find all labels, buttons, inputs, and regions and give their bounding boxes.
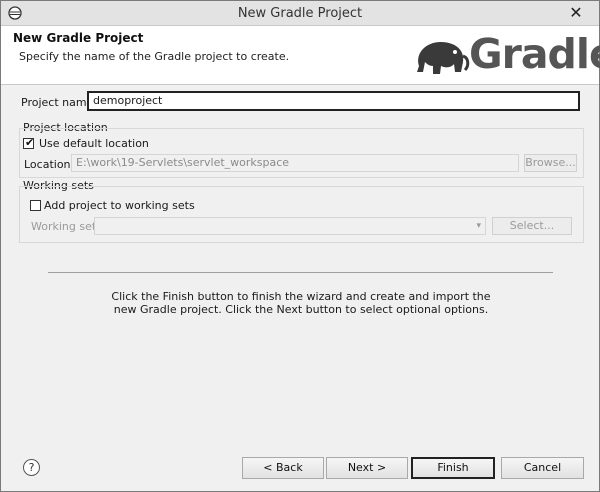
help-icon[interactable]: ?	[23, 459, 40, 476]
chevron-down-icon: ▾	[476, 221, 481, 231]
banner-title: New Gradle Project	[13, 31, 144, 45]
back-button[interactable]: < Back	[242, 457, 324, 479]
title-bar[interactable]: New Gradle Project ✕	[1, 1, 599, 26]
use-default-location-checkbox[interactable]: ✔	[23, 136, 35, 149]
new-gradle-project-dialog: New Gradle Project ✕ New Gradle Project …	[0, 0, 600, 492]
gradle-logo-text: Gradle	[469, 30, 600, 78]
select-working-sets-button[interactable]: Select...	[492, 217, 572, 235]
project-name-label: Project name	[21, 96, 94, 109]
location-label: Location	[24, 158, 71, 171]
gradle-logo: Gradle	[411, 30, 600, 82]
wizard-info-text: Click the Finish button to finish the wi…	[111, 290, 491, 316]
wizard-banner: New Gradle Project Specify the name of t…	[1, 26, 600, 85]
working-sets-combo[interactable]: ▾	[94, 217, 486, 235]
window-title: New Gradle Project	[237, 6, 363, 21]
working-sets-label: Working sets	[31, 220, 102, 233]
separator	[48, 272, 553, 273]
finish-button[interactable]: Finish	[411, 457, 495, 479]
next-button[interactable]: Next >	[326, 457, 408, 479]
location-field[interactable]: E:\work\19-Servlets\servlet_workspace	[71, 154, 519, 172]
project-name-field[interactable]: demoproject	[87, 91, 580, 111]
browse-button[interactable]: Browse...	[524, 154, 577, 172]
close-icon[interactable]: ✕	[553, 1, 599, 25]
checkmark-icon: ✔	[25, 136, 35, 149]
banner-description: Specify the name of the Gradle project t…	[19, 50, 290, 63]
add-to-working-sets-label: Add project to working sets	[44, 199, 195, 212]
use-default-location-label: Use default location	[39, 137, 149, 150]
add-to-working-sets-checkbox[interactable]	[30, 200, 41, 211]
cancel-button[interactable]: Cancel	[501, 457, 584, 479]
gradle-elephant-icon	[417, 42, 470, 74]
